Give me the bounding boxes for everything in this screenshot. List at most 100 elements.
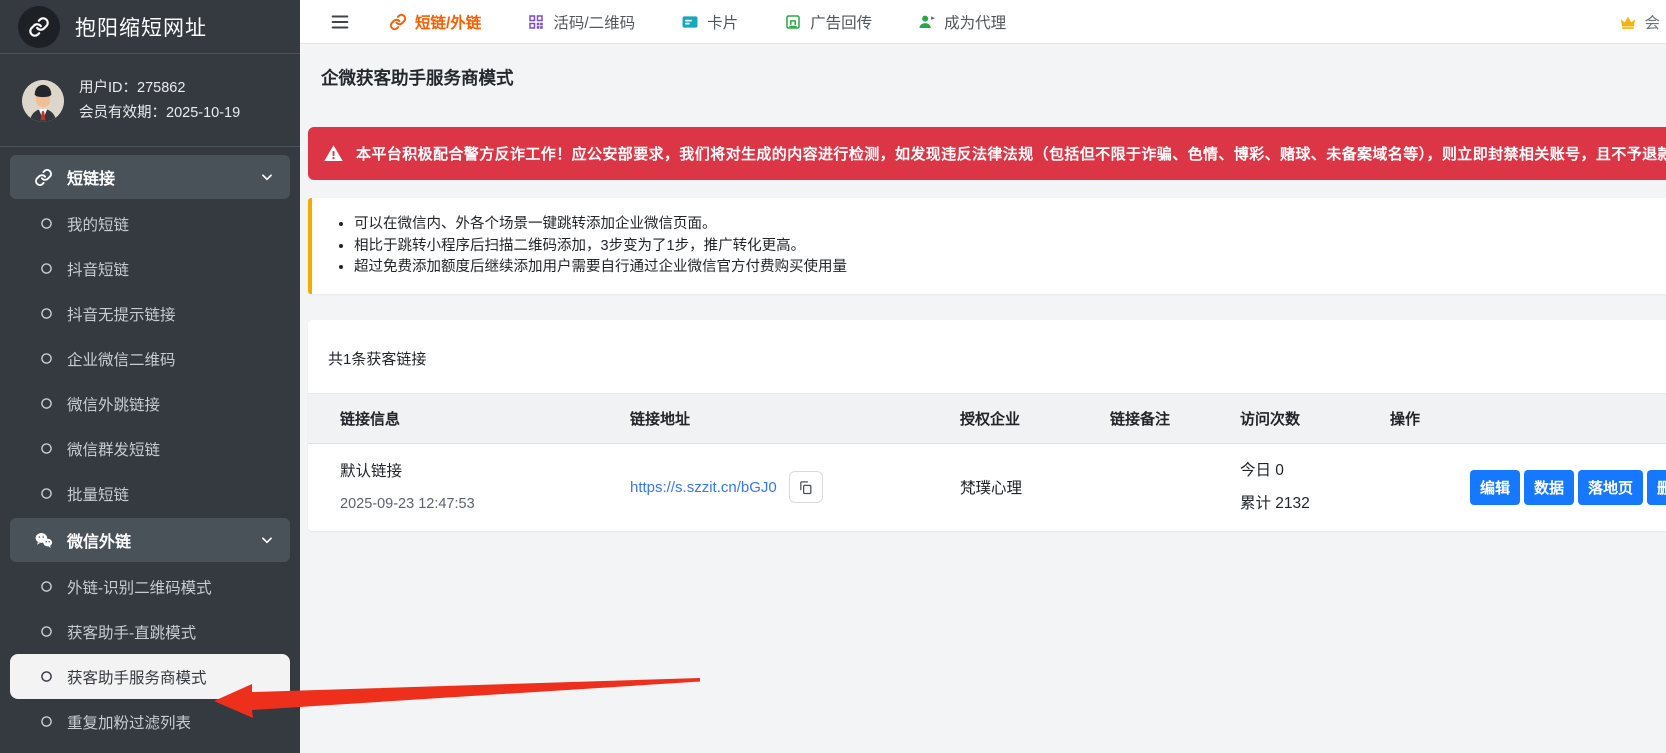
app-logo — [18, 6, 60, 48]
column-authorized-company: 授权企业 — [960, 393, 1110, 443]
agent-icon — [918, 13, 936, 31]
sidebar-item-label: 微信外跳链接 — [67, 393, 160, 415]
card-icon — [681, 13, 699, 31]
sidebar-item-assistant-provider-mode[interactable]: 获客助手服务商模式 — [10, 654, 290, 699]
visits-total: 累计 2132 — [1240, 493, 1390, 515]
links-summary: 共1条获客链接 — [308, 320, 1666, 393]
sidebar-item-label: 获客助手-直跳模式 — [67, 621, 196, 643]
nav-tab-become-agent[interactable]: 成为代理 — [918, 11, 1006, 33]
circle-icon — [40, 307, 53, 320]
copy-button[interactable] — [789, 471, 823, 503]
circle-icon — [40, 580, 53, 593]
user-id-label: 用户ID： — [79, 80, 137, 96]
nav-tab-label: 广告回传 — [810, 11, 872, 33]
nav-tab-label: 成为代理 — [944, 11, 1006, 33]
sidebar-item-wechat-outlink[interactable]: 微信外跳链接 — [10, 381, 290, 426]
sidebar-item-label: 抖音无提示链接 — [67, 303, 176, 325]
sidebar-item-label: 企业微信二维码 — [67, 348, 176, 370]
copy-icon — [798, 480, 813, 495]
user-avatar[interactable] — [22, 80, 64, 122]
landing-page-button[interactable]: 落地页 — [1578, 470, 1643, 505]
nav-member-label: 会 — [1644, 11, 1660, 33]
chevron-down-icon — [260, 533, 274, 547]
sidebar-item-douyin-shortlink[interactable]: 抖音短链 — [10, 246, 290, 291]
link-name: 默认链接 — [340, 461, 630, 483]
circle-icon — [40, 262, 53, 275]
crown-icon — [1617, 13, 1639, 31]
sidebar-item-wecom-qrcode[interactable]: 企业微信二维码 — [10, 336, 290, 381]
user-expiry-label: 会员有效期： — [79, 105, 166, 121]
top-navbar: 短链/外链 活码/二维码 卡片 广告回传 成为代理 会 — [300, 0, 1666, 44]
nav-member-area[interactable]: 会 — [1617, 0, 1660, 44]
app-screen: 抱阳缩短网址 用户ID：275862 会员有效期：2025-10-19 — [0, 0, 1666, 753]
sidebar-item-label: 抖音短链 — [67, 258, 129, 280]
links-table: 链接信息 链接地址 授权企业 链接备注 访问次数 操作 默认链接 2025-09… — [308, 393, 1666, 532]
data-button[interactable]: 数据 — [1524, 470, 1574, 505]
cell-link-url: https://s.szzit.cn/bGJ0 — [630, 443, 960, 531]
sidebar-item-label: 批量短链 — [67, 483, 129, 505]
sidebar-item-label: 微信群发短链 — [67, 438, 160, 460]
tip-item: 超过免费添加额度后继续添加用户需要自行通过企业微信官方付费购买使用量 — [354, 257, 1666, 279]
circle-icon — [40, 352, 53, 365]
sidebar-item-label: 外链-识别二维码模式 — [67, 576, 212, 598]
circle-icon — [40, 217, 53, 230]
chain-icon — [28, 16, 50, 38]
app-title: 抱阳缩短网址 — [75, 12, 207, 42]
nav-tab-livecode-qrcode[interactable]: 活码/二维码 — [527, 11, 635, 33]
sidebar-item-outlink-qrcode-mode[interactable]: 外链-识别二维码模式 — [10, 564, 290, 609]
link-created-time: 2025-09-23 12:47:53 — [340, 494, 630, 514]
user-expiry-line: 会员有效期：2025-10-19 — [79, 101, 240, 126]
user-expiry-value: 2025-10-19 — [166, 105, 240, 121]
page-title: 企微获客助手服务商模式 — [321, 65, 1666, 91]
visits-today: 今日 0 — [1240, 460, 1390, 482]
anti-fraud-alert: 本平台积极配合警方反诈工作！应公安部要求，我们将对生成的内容进行检测，如发现违反… — [308, 127, 1666, 180]
user-id-value: 275862 — [137, 80, 185, 96]
circle-icon — [40, 487, 53, 500]
column-actions: 操作 — [1390, 393, 1666, 443]
sidebar-item-wechat-bulk[interactable]: 微信群发短链 — [10, 426, 290, 471]
ad-return-icon — [784, 13, 802, 31]
warning-icon — [323, 143, 344, 164]
cell-link-remark — [1110, 443, 1240, 531]
cell-actions: 编辑 数据 落地页 删除 — [1390, 443, 1666, 531]
sidebar-item-douyin-noprompt[interactable]: 抖音无提示链接 — [10, 291, 290, 336]
alert-text: 本平台积极配合警方反诈工作！应公安部要求，我们将对生成的内容进行检测，如发现违反… — [356, 143, 1666, 164]
feature-tips-box: 可以在微信内、外各个场景一键跳转添加企业微信页面。 相比于跳转小程序后扫描二维码… — [308, 198, 1666, 294]
sidebar-item-label: 我的短链 — [67, 213, 129, 235]
top-nav-items: 短链/外链 活码/二维码 卡片 广告回传 成为代理 — [389, 11, 1052, 33]
sidebar-group-label: 短链接 — [67, 165, 260, 189]
user-info: 用户ID：275862 会员有效期：2025-10-19 — [79, 76, 240, 126]
wechat-icon — [34, 531, 53, 550]
nav-tab-label: 短链/外链 — [415, 11, 481, 33]
circle-icon — [40, 625, 53, 638]
hamburger-menu-icon[interactable] — [329, 11, 351, 33]
circle-icon — [40, 397, 53, 410]
circle-icon — [40, 442, 53, 455]
sidebar-item-assistant-direct-mode[interactable]: 获客助手-直跳模式 — [10, 609, 290, 654]
delete-button[interactable]: 删除 — [1647, 470, 1666, 505]
nav-tab-card[interactable]: 卡片 — [681, 11, 738, 33]
sidebar-item-label: 重复加粉过滤列表 — [67, 711, 191, 733]
sidebar-item-my-shortlinks[interactable]: 我的短链 — [10, 201, 290, 246]
brand[interactable]: 抱阳缩短网址 — [0, 0, 300, 54]
qrcode-icon — [527, 13, 545, 31]
column-link-info: 链接信息 — [308, 393, 630, 443]
sidebar-menu: 短链接 我的短链 抖音短链 抖音无提示链接 企业微信二维码 微信外跳链接 微信群… — [0, 147, 300, 744]
sidebar-group-label: 微信外链 — [67, 528, 260, 552]
nav-tab-ad-return[interactable]: 广告回传 — [784, 11, 872, 33]
nav-tab-shortlink-outlink[interactable]: 短链/外链 — [389, 11, 481, 33]
circle-icon — [40, 670, 53, 683]
short-url-link[interactable]: https://s.szzit.cn/bGJ0 — [630, 479, 777, 496]
sidebar-group-shortlink[interactable]: 短链接 — [10, 155, 290, 199]
sidebar-item-duplicate-filter-list[interactable]: 重复加粉过滤列表 — [10, 699, 290, 744]
tip-item: 相比于跳转小程序后扫描二维码添加，3步变为了1步，推广转化更高。 — [354, 236, 1666, 258]
cell-authorized-company: 梵璞心理 — [960, 443, 1110, 531]
table-row: 默认链接 2025-09-23 12:47:53 https://s.szzit… — [308, 443, 1666, 531]
sidebar-item-batch-shortlink[interactable]: 批量短链 — [10, 471, 290, 516]
tip-item: 可以在微信内、外各个场景一键跳转添加企业微信页面。 — [354, 214, 1666, 236]
sidebar-group-wechat-external[interactable]: 微信外链 — [10, 518, 290, 562]
edit-button[interactable]: 编辑 — [1470, 470, 1520, 505]
nav-tab-label: 活码/二维码 — [553, 11, 635, 33]
sidebar: 抱阳缩短网址 用户ID：275862 会员有效期：2025-10-19 — [0, 0, 300, 753]
tips-list: 可以在微信内、外各个场景一键跳转添加企业微信页面。 相比于跳转小程序后扫描二维码… — [354, 214, 1666, 279]
